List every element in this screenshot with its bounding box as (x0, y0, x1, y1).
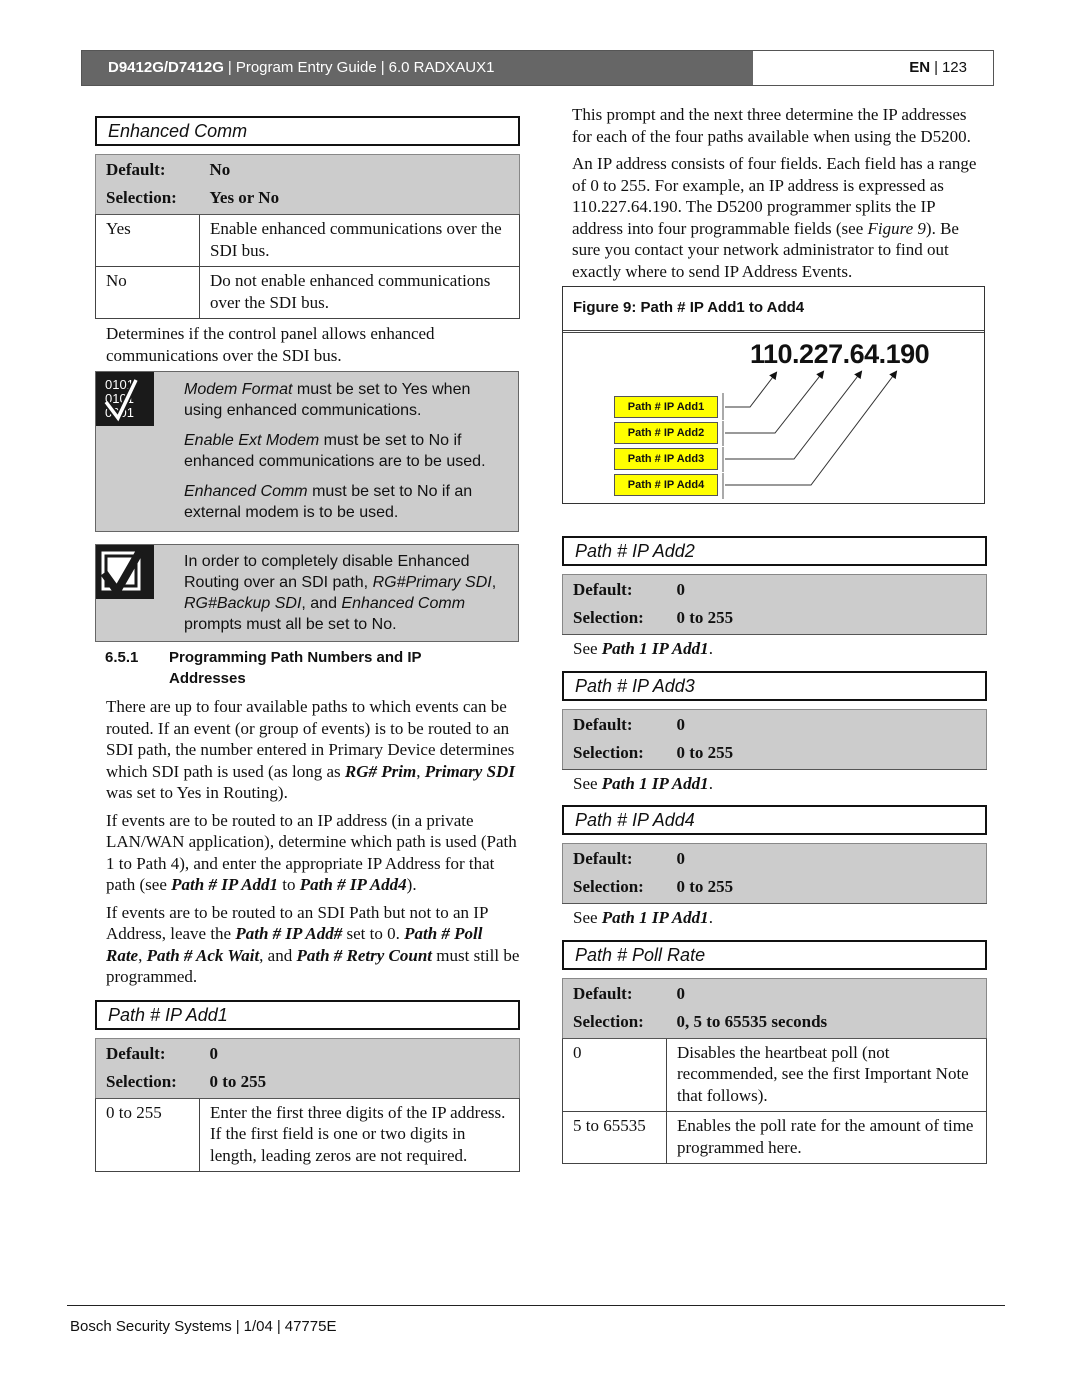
selection-value: Yes or No (199, 184, 520, 215)
default-value: 0 (666, 843, 987, 873)
ip-add1-table: Default: 0 Selection: 0 to 255 0 to 255 Ent… (95, 1037, 520, 1173)
option-desc: Do not enable enhanced communications ov… (199, 266, 520, 319)
table-row: 0 Disables the heartbeat poll (not recomm… (562, 1037, 987, 1112)
ip-add3-title: Path # IP Add3 (562, 670, 987, 701)
section-title: Programming Path Numbers and IP Addresse… (169, 649, 422, 687)
poll-rate-title: Path # Poll Rate (562, 939, 987, 970)
note-box-modem: 0101 0101 0001 Modem Format must be set … (95, 371, 519, 532)
paragraph: This prompt and the next three determine… (572, 105, 971, 146)
ip-add2-table: Default: 0 Selection: 0 to 255 (562, 574, 987, 635)
see-reference: See Path 1 IP Add1. (573, 908, 713, 927)
selection-label: Selection: (562, 1007, 667, 1039)
footer-doc-number: 47775E (284, 1318, 337, 1335)
paragraph: There are up to four available paths to … (106, 697, 515, 802)
table-row: 0 to 255 Enter the first three digits of … (95, 1097, 520, 1172)
default-value: 0 (666, 574, 987, 604)
section-number: 6.5.1 (105, 649, 139, 666)
header-lang: EN (909, 59, 931, 76)
figure-body: 110.227.64.190 Path # IP Add1 Path # IP … (563, 333, 984, 503)
default-label: Default: (562, 843, 667, 873)
enhanced-comm-table: Default: No Selection: Yes or No Yes Enable… (95, 154, 520, 319)
option-value: 0 to 255 (95, 1097, 200, 1172)
arrow-add1 (725, 371, 778, 408)
selection-label: Selection: (95, 184, 200, 215)
default-value: 0 (199, 1037, 520, 1068)
poll-rate-table: Default: 0 Selection: 0, 5 to 65535 second… (562, 977, 987, 1164)
page-header: D9412G/D7412G | Program Entry Guide | 6.0 RA… (81, 50, 994, 86)
option-desc: Enable enhanced communications over the … (199, 214, 520, 267)
option-desc: Disables the heartbeat poll (not recomme… (666, 1037, 987, 1112)
option-desc: Enables the poll rate for the amount of … (666, 1111, 987, 1164)
default-value: 0 (666, 977, 987, 1008)
selection-label: Selection: (562, 738, 667, 770)
ip-add4-table: Default: 0 Selection: 0 to 255 (562, 843, 987, 904)
default-label: Default: (562, 977, 667, 1008)
default-label: Default: (562, 574, 667, 604)
paragraph: If events are to be routed to an IP addr… (106, 810, 517, 895)
table-row: Yes Enable enhanced communications over t… (95, 214, 520, 267)
option-value: No (95, 266, 200, 319)
selection-value: 0 to 255 (199, 1067, 520, 1099)
note-item: Enable Ext Modem must be set to No if en… (184, 432, 486, 470)
selection-value: 0 to 255 (666, 604, 987, 635)
default-value: No (199, 154, 520, 184)
table-row: No Do not enable enhanced communications … (95, 266, 520, 319)
selection-value: 0 to 255 (666, 738, 987, 770)
figure-9: Figure 9: Path # IP Add1 to Add4 110.227… (562, 286, 985, 504)
header-model: D9412G/D7412G (108, 59, 224, 76)
note-item: In order to completely disable Enhanced … (184, 553, 497, 633)
right-column: This prompt and the next three determine… (562, 104, 987, 1164)
section-heading: 6.5.1 Programming Path Numbers and IP Ad… (95, 647, 520, 689)
binary-checkmark-icon: 0101 0101 0001 (96, 372, 154, 426)
paragraph: If events are to be routed to an SDI Pat… (106, 902, 520, 987)
figure-caption: Figure 9: Path # IP Add1 to Add4 (563, 287, 984, 333)
see-reference: See Path 1 IP Add1. (573, 773, 713, 793)
note-item: Modem Format must be set to Yes when usi… (184, 381, 471, 419)
default-label: Default: (95, 154, 200, 184)
option-value: Yes (95, 214, 200, 267)
footer-date: 1/04 (243, 1318, 273, 1335)
default-label: Default: (562, 708, 667, 739)
left-column: Enhanced Comm Default: No Selection: Yes o… (95, 116, 520, 1172)
ip-add4-title: Path # IP Add4 (562, 805, 987, 835)
option-value: 5 to 65535 (562, 1111, 667, 1164)
option-value: 0 (562, 1037, 667, 1112)
option-desc: Enter the first three digits of the IP a… (199, 1097, 520, 1172)
header-section: 6.0 RADXAUX1 (388, 59, 495, 76)
ip-add3-table: Default: 0 Selection: 0 to 255 (562, 708, 987, 770)
note-item: Enhanced Comm must be set to No if an ex… (184, 483, 473, 521)
selection-label: Selection: (95, 1067, 200, 1099)
see-reference: See Path 1 IP Add1. (573, 639, 713, 658)
header-guide: Program Entry Guide (235, 59, 377, 76)
arrow-add4 (725, 370, 898, 486)
checkbox-checkmark-icon (96, 545, 154, 599)
figure-arrows (722, 370, 898, 499)
footer-rule (67, 1305, 1005, 1306)
table-row: 5 to 65535 Enables the poll rate for the … (562, 1111, 987, 1164)
arrow-add2 (725, 370, 825, 434)
default-label: Default: (95, 1037, 200, 1068)
enhanced-comm-title: Enhanced Comm (95, 116, 520, 146)
default-value: 0 (666, 708, 987, 739)
paragraph: An IP address consists of four fields. E… (572, 154, 977, 281)
selection-value: 0 to 255 (666, 873, 987, 904)
selection-value: 0, 5 to 65535 seconds (666, 1007, 987, 1039)
ip-add2-title: Path # IP Add2 (562, 536, 987, 566)
footer-company: Bosch Security Systems (70, 1318, 232, 1335)
selection-label: Selection: (562, 873, 667, 904)
page-footer: Bosch Security Systems | 1/04 | 47775E (70, 1318, 337, 1335)
header-page: EN | 123 (753, 51, 993, 85)
note-box-routing: In order to completely disable Enhanced … (95, 544, 519, 642)
header-title: D9412G/D7412G | Program Entry Guide | 6.0 RA… (82, 51, 753, 85)
selection-label: Selection: (562, 604, 667, 635)
ip-add1-title: Path # IP Add1 (95, 999, 520, 1030)
page-number: 123 (941, 59, 967, 76)
enhanced-comm-description: Determines if the control panel allows e… (106, 324, 435, 365)
